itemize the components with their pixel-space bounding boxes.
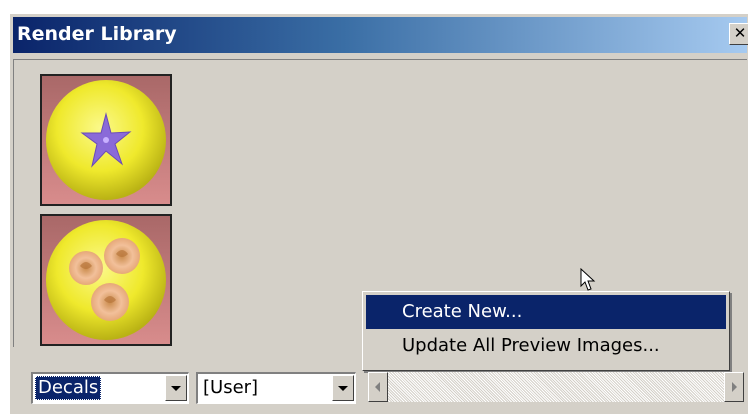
window-title: Render Library [17, 23, 177, 45]
category-select-value: Decals [35, 376, 102, 400]
menu-item-update-preview-images[interactable]: Update All Preview Images... [366, 329, 726, 363]
category-select[interactable]: Decals [31, 372, 189, 404]
category-dropdown-arrow-icon[interactable] [165, 375, 187, 401]
close-button[interactable]: ✕ [729, 23, 748, 45]
decal-roses-thumbnail [42, 216, 170, 344]
render-library-window: Render Library ✕ Create New... Update Al… [9, 13, 748, 414]
close-icon: ✕ [733, 24, 747, 42]
scroll-left-arrow-icon[interactable] [368, 372, 388, 402]
scope-select[interactable]: [User] [196, 372, 356, 404]
scope-dropdown-arrow-icon[interactable] [332, 375, 354, 401]
library-item-roses[interactable] [40, 214, 172, 346]
horizontal-scrollbar[interactable] [368, 372, 744, 402]
mouse-cursor-icon [580, 268, 596, 291]
scope-select-value: [User] [203, 377, 259, 398]
title-bar[interactable]: Render Library ✕ [13, 17, 748, 53]
bottom-toolbar: Decals [User] [0, 368, 748, 414]
scroll-right-arrow-icon[interactable] [724, 372, 744, 402]
decal-star-flower-thumbnail [42, 76, 170, 204]
library-item-star-flower[interactable] [40, 74, 172, 206]
library-content-area[interactable]: Create New... Update All Preview Images.… [13, 59, 747, 371]
menu-item-create-new[interactable]: Create New... [366, 295, 726, 329]
context-menu: Create New... Update All Preview Images.… [362, 291, 730, 371]
